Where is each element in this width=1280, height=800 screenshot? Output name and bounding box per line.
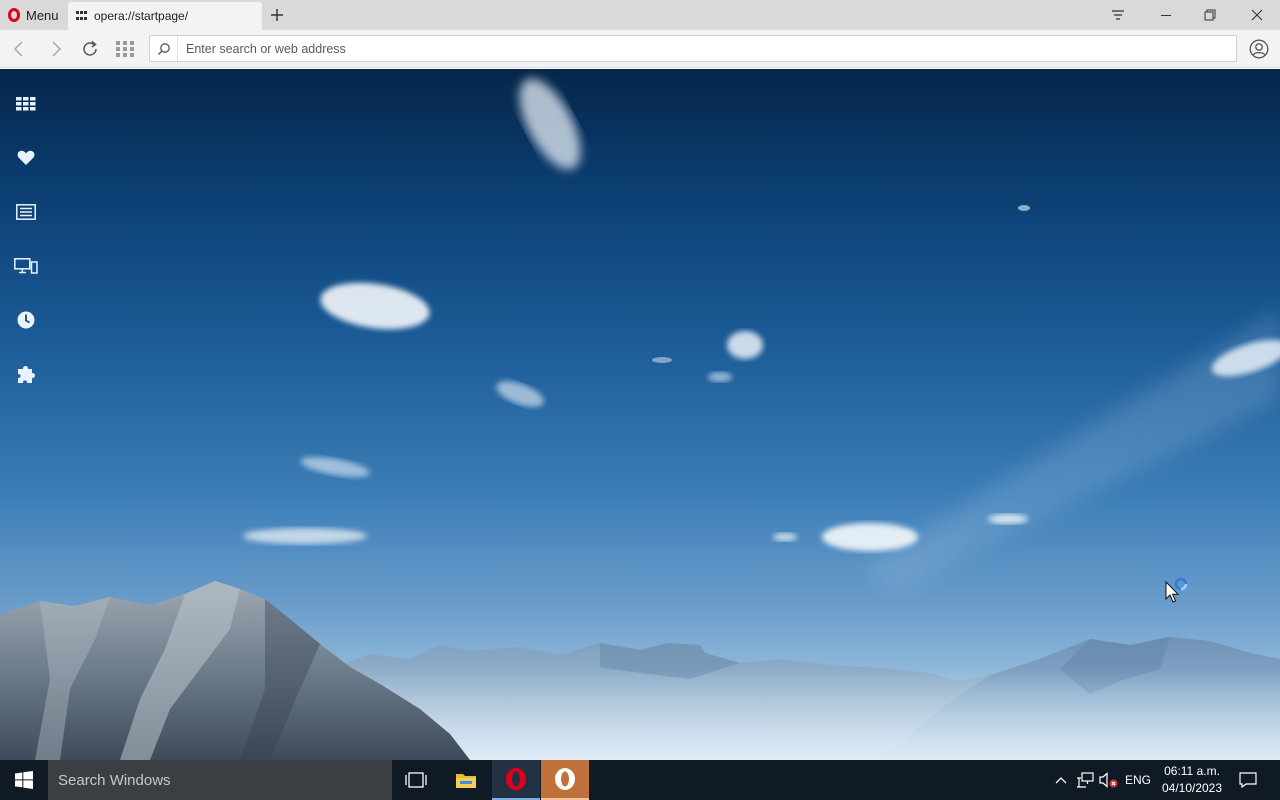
reload-button[interactable] [77, 36, 103, 62]
sidebar-item-devices[interactable] [12, 252, 39, 279]
navigation-toolbar [0, 30, 1280, 68]
volume-tray-button[interactable] [1098, 760, 1120, 800]
speed-dial-icon [76, 11, 88, 21]
history-icon [17, 311, 34, 328]
clock-date: 04/10/2023 [1161, 781, 1223, 795]
windows-taskbar: ENG 06:11 a.m. 04/10/2023 [0, 760, 1280, 800]
start-page-background [0, 69, 1280, 760]
speed-dial-button[interactable] [112, 36, 138, 62]
network-tray-button[interactable] [1074, 760, 1096, 800]
action-center-button[interactable] [1232, 760, 1264, 800]
plus-icon [271, 9, 283, 21]
tab-menu-button[interactable] [1096, 0, 1140, 30]
taskbar-clock[interactable]: 06:11 a.m. 04/10/2023 [1158, 763, 1226, 797]
restore-button[interactable] [1188, 0, 1232, 30]
minimize-button[interactable] [1144, 0, 1188, 30]
sidebar-item-speed-dial[interactable] [12, 90, 39, 117]
notifications-icon [1239, 772, 1257, 788]
heart-icon [17, 150, 34, 165]
sidebar-item-bookmarks[interactable] [12, 144, 39, 171]
extensions-icon [17, 365, 35, 383]
new-tab-button[interactable] [266, 4, 288, 26]
search-icon [150, 36, 178, 61]
task-view-button[interactable] [392, 760, 440, 800]
menu-label: Menu [26, 7, 59, 23]
speed-dial-icon [15, 96, 35, 110]
windows-logo-icon [15, 771, 33, 789]
opera-logo-icon [506, 768, 526, 790]
account-icon [1249, 39, 1269, 59]
speed-dial-icon [116, 41, 134, 57]
volume-muted-icon [1099, 772, 1118, 788]
tab-startpage[interactable]: opera://startpage/ [68, 2, 262, 30]
sidebar-item-extensions[interactable] [12, 360, 39, 387]
show-hidden-icons-button[interactable] [1052, 760, 1070, 800]
language-indicator[interactable]: ENG [1122, 760, 1154, 800]
devices-icon [13, 257, 38, 274]
folder-icon [456, 774, 476, 788]
sidebar [0, 69, 50, 409]
mountain-wallpaper [0, 78, 1280, 760]
clock-time: 06:11 a.m. [1164, 764, 1220, 778]
sidebar-item-news[interactable] [12, 198, 39, 225]
close-icon [1251, 9, 1263, 21]
tab-title: opera://startpage/ [94, 9, 189, 23]
opera-logo-icon [555, 768, 575, 790]
minimize-icon [1161, 15, 1171, 16]
start-button[interactable] [0, 760, 48, 800]
opera-taskbar-button[interactable] [492, 760, 540, 800]
busy-cursor-icon [1165, 577, 1188, 603]
opera-menu-button[interactable]: Menu [0, 0, 66, 30]
address-bar[interactable] [149, 35, 1237, 62]
forward-button[interactable] [43, 36, 69, 62]
tab-strip: Menu opera://startpage/ [0, 0, 1280, 30]
address-input[interactable] [178, 36, 1236, 61]
news-icon [15, 203, 36, 220]
file-explorer-button[interactable] [442, 760, 490, 800]
task-view-icon [405, 772, 427, 788]
taskbar-search-input[interactable] [56, 770, 376, 790]
back-button[interactable] [6, 36, 32, 62]
tab-menu-icon [1112, 10, 1124, 20]
opera-active-window-button[interactable] [541, 760, 589, 800]
close-button[interactable] [1235, 0, 1279, 30]
network-icon [1077, 772, 1094, 788]
sidebar-item-history[interactable] [12, 306, 39, 333]
restore-icon [1204, 9, 1216, 21]
reload-icon [83, 40, 97, 56]
chevron-up-icon [1055, 777, 1067, 784]
back-icon [13, 41, 23, 57]
account-button[interactable] [1248, 38, 1270, 60]
forward-icon [52, 41, 62, 57]
mouse-cursor [1165, 576, 1191, 609]
opera-logo-icon [8, 8, 20, 22]
taskbar-search-box[interactable] [48, 760, 392, 800]
